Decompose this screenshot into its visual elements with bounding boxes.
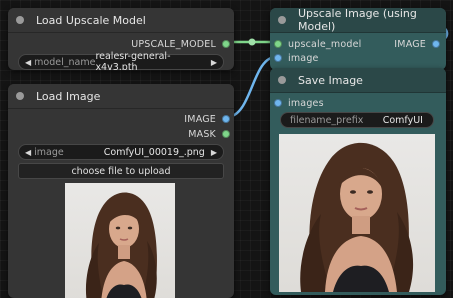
slot-label: IMAGE	[184, 113, 216, 125]
upscale-image-header[interactable]: Upscale Image (using Model)	[270, 8, 446, 33]
node-title: Load Upscale Model	[36, 13, 146, 27]
widget-value: ComfyUI	[382, 114, 423, 126]
mask-output-slot[interactable]: MASK	[188, 127, 230, 141]
node-title: Upscale Image (using Model)	[298, 8, 417, 33]
upscale-model-input-slot[interactable]: upscale_model	[274, 37, 361, 51]
image-preview	[65, 183, 175, 298]
portrait-thumbnail	[85, 192, 157, 298]
right-triangle-icon[interactable]: ▶	[211, 58, 217, 67]
node-collapse-dot-icon[interactable]	[278, 16, 286, 24]
widget-value: realesr-general-x4v3.pth	[95, 51, 171, 70]
node-title: Save Image	[298, 73, 363, 87]
slot-label: upscale_model	[288, 38, 362, 50]
model-name-combo[interactable]: ◀ model_name realesr-general-x4v3.pth ▶	[18, 51, 224, 70]
save-image-node[interactable]: Save Image images filename_prefix ComfyU…	[270, 68, 446, 295]
image-output-slot[interactable]: IMAGE	[394, 37, 440, 51]
slot-label: UPSCALE_MODEL	[131, 38, 216, 50]
input-pin-icon[interactable]	[274, 40, 282, 48]
output-pin-icon[interactable]	[222, 130, 230, 138]
output-pin-icon[interactable]	[222, 115, 230, 123]
slot-label: IMAGE	[394, 38, 426, 50]
slot-label: images	[288, 97, 324, 109]
output-image-preview	[279, 134, 435, 292]
images-input-slot[interactable]: images	[274, 96, 324, 110]
output-pin-icon[interactable]	[432, 40, 440, 48]
load-upscale-model-header[interactable]: Load Upscale Model	[8, 8, 234, 33]
portrait-output	[300, 142, 414, 292]
left-triangle-icon[interactable]: ◀	[25, 148, 31, 157]
slot-label: image	[288, 52, 319, 64]
load-image-node[interactable]: Load Image IMAGE MASK ◀ image ComfyUI_00…	[8, 84, 234, 298]
widget-value: ComfyUI_00019_.png	[103, 146, 205, 158]
choose-file-button[interactable]: choose file to upload	[18, 163, 224, 179]
input-pin-icon[interactable]	[274, 54, 282, 62]
left-triangle-icon[interactable]: ◀	[25, 58, 31, 67]
save-image-header[interactable]: Save Image	[270, 68, 446, 93]
node-collapse-dot-icon[interactable]	[278, 76, 286, 84]
node-collapse-dot-icon[interactable]	[16, 92, 24, 100]
upscale-model-output-slot[interactable]: UPSCALE_MODEL	[131, 37, 230, 51]
image-combo[interactable]: ◀ image ComfyUI_00019_.png ▶	[18, 144, 224, 160]
upscale-image-node[interactable]: Upscale Image (using Model) upscale_mode…	[270, 8, 446, 70]
link-image-to-upscale[interactable]	[226, 55, 277, 119]
link-upscale-model-midpoint[interactable]	[248, 38, 256, 46]
load-upscale-model-node[interactable]: Load Upscale Model UPSCALE_MODEL ◀ model…	[8, 8, 234, 70]
filename-prefix-field[interactable]: filename_prefix ComfyUI	[280, 112, 434, 128]
input-pin-icon[interactable]	[274, 99, 282, 107]
load-image-header[interactable]: Load Image	[8, 84, 234, 109]
widget-label: filename_prefix	[290, 114, 364, 126]
image-output-slot[interactable]: IMAGE	[184, 112, 230, 126]
widget-label: model_name	[34, 56, 96, 68]
slot-label: MASK	[188, 128, 216, 140]
right-triangle-icon[interactable]: ▶	[211, 148, 217, 157]
node-collapse-dot-icon[interactable]	[16, 16, 24, 24]
node-title: Load Image	[36, 89, 101, 103]
image-input-slot[interactable]: image	[274, 51, 319, 65]
widget-label: image	[34, 146, 64, 158]
output-pin-icon[interactable]	[222, 40, 230, 48]
